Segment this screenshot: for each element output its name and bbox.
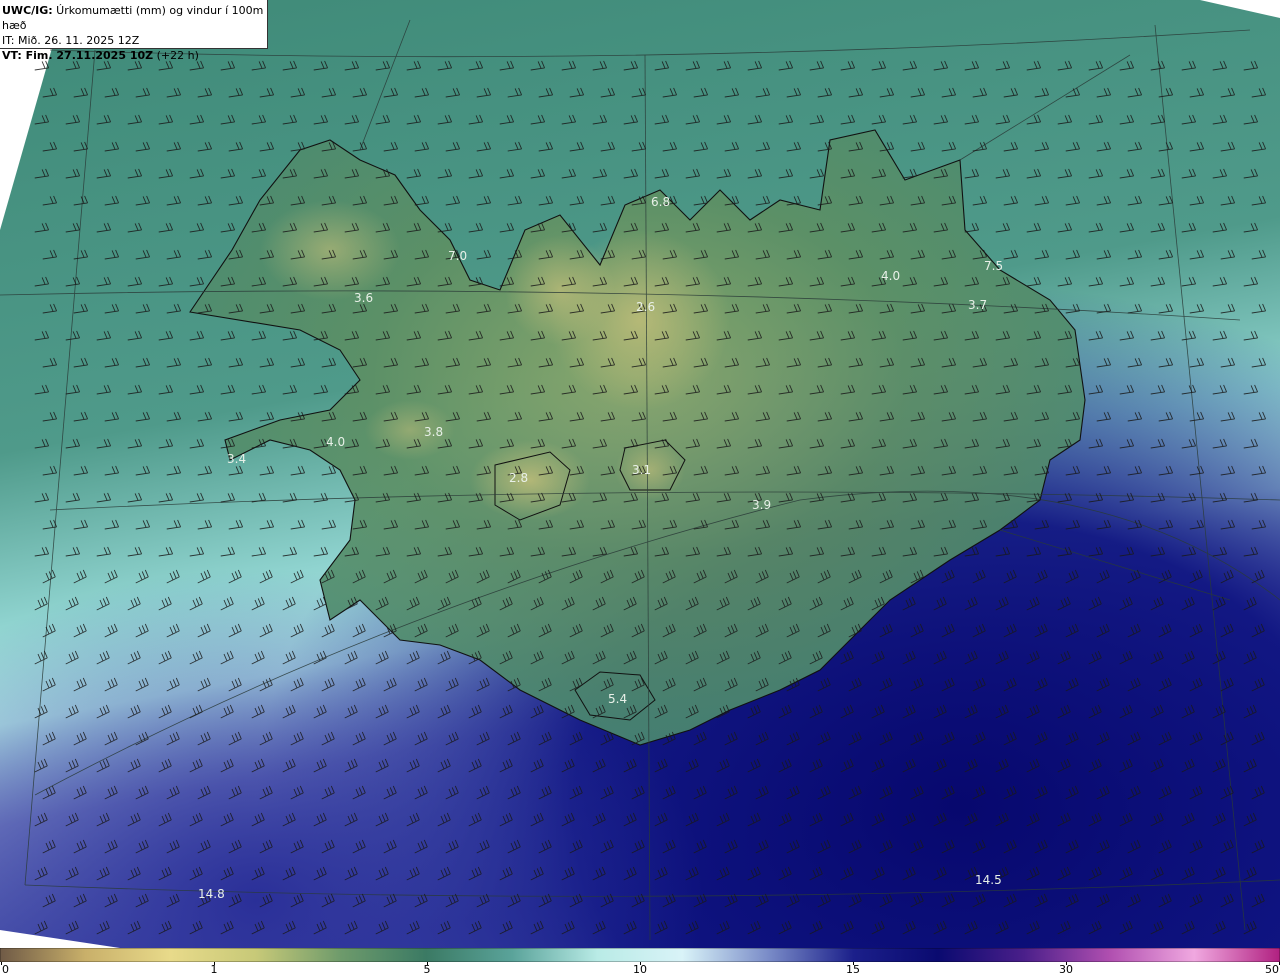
precip-label: 3.8 <box>424 425 443 439</box>
precip-label: 3.6 <box>354 291 373 305</box>
colorbar-tick-label: 15 <box>846 963 860 976</box>
precip-label: 4.0 <box>881 269 900 283</box>
colorbar-ticks: 0 1 5 10 15 30 50 <box>0 962 1280 978</box>
colorbar <box>0 948 1280 962</box>
precip-label: 6.8 <box>651 195 670 209</box>
precip-label: 3.9 <box>752 498 771 512</box>
precip-label: 3.4 <box>227 452 246 466</box>
map-header: UWC/IG: Úrkomumætti (mm) og vindur í 100… <box>0 0 268 62</box>
init-time: IT: Mið. 26. 11. 2025 12Z <box>2 34 140 47</box>
precip-label: 7.0 <box>448 249 467 263</box>
precip-label: 5.4 <box>608 692 627 706</box>
colorbar-tick-label: 10 <box>633 963 647 976</box>
precipitation-map: 6.8 7.0 3.6 2.6 4.0 7.5 3.7 4.0 3.8 3.4 … <box>0 0 1280 948</box>
precip-label: 7.5 <box>984 259 1003 273</box>
title-line: UWC/IG: Úrkomumætti (mm) og vindur í 100… <box>2 3 267 33</box>
precip-label: 4.0 <box>326 435 345 449</box>
precip-label: 2.8 <box>509 471 528 485</box>
colorbar-tick-label: 30 <box>1059 963 1073 976</box>
precip-label: 2.6 <box>636 300 655 314</box>
valid-time: VT: Fim. 27.11.2025 10Z (+22 h) <box>2 48 267 63</box>
precip-label: 14.5 <box>975 873 1002 887</box>
colorbar-tick-label: 0 <box>2 963 9 976</box>
product-name: UWC/IG: <box>2 4 53 17</box>
colorbar-tick-label: 5 <box>423 963 431 976</box>
colorbar-tick-label: 1 <box>210 963 218 976</box>
precip-label: 3.1 <box>632 463 651 477</box>
colorbar-tick-label: 50 <box>1265 963 1279 976</box>
precip-label: 3.7 <box>968 298 987 312</box>
forecast-lead: (+22 h) <box>153 49 199 62</box>
valid-time-main: VT: Fim. 27.11.2025 10Z <box>2 49 154 62</box>
precip-label: 14.8 <box>198 887 225 901</box>
